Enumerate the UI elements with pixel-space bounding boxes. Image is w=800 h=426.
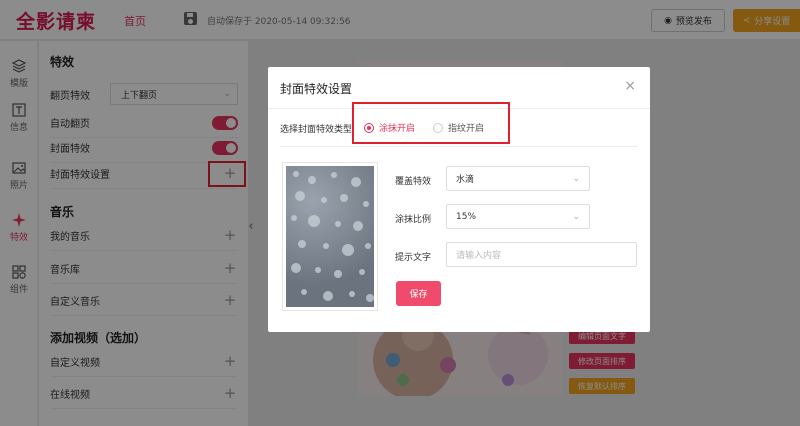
close-icon[interactable]: × [624, 78, 636, 94]
smear-ratio-value: 15% [456, 211, 477, 222]
chevron-down-icon: ⌄ [572, 173, 580, 184]
divider [280, 146, 638, 147]
water-drops-image [286, 166, 374, 307]
effect-type-label: 选择封面特效类型 [280, 125, 353, 135]
cover-effect-modal: 封面特效设置 × 选择封面特效类型 涂抹开启 指纹开启 覆盖特效 水滴 ⌄ 涂抹… [268, 67, 650, 332]
overlay-effect-value: 水滴 [456, 175, 475, 185]
smear-ratio-label: 涂抹比例 [395, 215, 432, 225]
smear-ratio-select[interactable]: 15% ⌄ [446, 204, 590, 229]
hint-text-label: 提示文字 [395, 253, 432, 263]
chevron-down-icon: ⌄ [572, 211, 580, 222]
hint-text-input[interactable]: 请输入内容 [446, 242, 637, 267]
modal-title: 封面特效设置 [280, 82, 353, 96]
overlay-effect-label: 覆盖特效 [395, 177, 432, 187]
highlight-box [352, 102, 510, 144]
overlay-effect-select[interactable]: 水滴 ⌄ [446, 166, 590, 191]
water-drops-graphic [291, 171, 374, 302]
save-button[interactable]: 保存 [396, 281, 441, 306]
cover-effect-thumbnail [282, 162, 378, 311]
